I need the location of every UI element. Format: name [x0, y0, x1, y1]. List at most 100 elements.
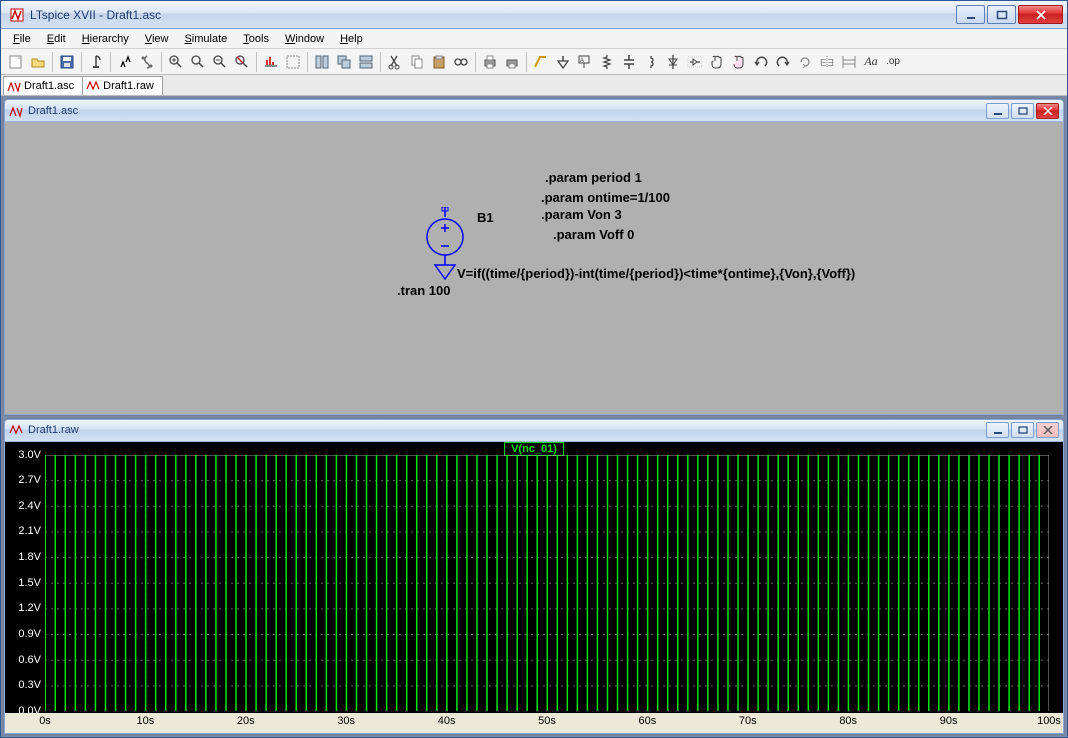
- text-button[interactable]: Aa: [860, 51, 882, 73]
- schematic-icon: [7, 79, 21, 93]
- svg-text:E: E: [827, 58, 834, 69]
- y-tick: 0.9V: [18, 628, 41, 640]
- resistor-button[interactable]: [596, 51, 618, 73]
- tab-label: Draft1.raw: [103, 80, 154, 92]
- waveform-plot[interactable]: V(nc_01) 3.0V2.7V2.4V2.1V1.8V1.5V1.2V0.9…: [5, 442, 1063, 734]
- find-button[interactable]: [450, 51, 472, 73]
- y-tick: 0.0V: [18, 705, 41, 717]
- waveform-icon: [86, 79, 100, 93]
- autorange-button[interactable]: [260, 51, 282, 73]
- save-button[interactable]: [56, 51, 78, 73]
- svg-text:E: E: [820, 58, 827, 69]
- mirror-button[interactable]: EE: [816, 51, 838, 73]
- maximize-button[interactable]: [987, 5, 1016, 24]
- copy-button[interactable]: [406, 51, 428, 73]
- app-icon: [9, 7, 25, 23]
- drag-button[interactable]: [728, 51, 750, 73]
- toolbar: A EE Aa .op: [1, 49, 1067, 75]
- child-maximize-button[interactable]: [1011, 422, 1034, 438]
- y-tick: 1.8V: [18, 551, 41, 563]
- y-tick: 0.3V: [18, 679, 41, 691]
- tab-schematic[interactable]: Draft1.asc: [3, 76, 83, 95]
- schematic-titlebar: Draft1.asc: [5, 100, 1063, 122]
- menu-window[interactable]: Window: [277, 31, 332, 47]
- y-tick: 1.2V: [18, 602, 41, 614]
- x-tick: 100s: [1037, 715, 1061, 727]
- rotate-button[interactable]: [794, 51, 816, 73]
- y-tick: 2.7V: [18, 474, 41, 486]
- x-tick: 30s: [337, 715, 355, 727]
- halt-button[interactable]: [136, 51, 158, 73]
- new-schematic-button[interactable]: [5, 51, 27, 73]
- y-tick: 2.4V: [18, 500, 41, 512]
- child-close-button[interactable]: [1036, 103, 1059, 119]
- menu-simulate[interactable]: Simulate: [176, 31, 235, 47]
- run-button[interactable]: [114, 51, 136, 73]
- schematic-icon: [9, 104, 23, 118]
- y-tick: 2.1V: [18, 525, 41, 537]
- print-button[interactable]: [479, 51, 501, 73]
- minimize-button[interactable]: [956, 5, 985, 24]
- tile-button[interactable]: [311, 51, 333, 73]
- child-maximize-button[interactable]: [1011, 103, 1034, 119]
- redo-button[interactable]: [772, 51, 794, 73]
- label-net-button[interactable]: A: [574, 51, 596, 73]
- ground-button[interactable]: [552, 51, 574, 73]
- menu-file[interactable]: File: [5, 31, 39, 47]
- inductor-button[interactable]: [640, 51, 662, 73]
- document-tabs: Draft1.asc Draft1.raw: [1, 75, 1067, 96]
- trace-label[interactable]: V(nc_01): [504, 442, 564, 456]
- undo-button[interactable]: [750, 51, 772, 73]
- schematic-title: Draft1.asc: [28, 105, 78, 117]
- component-button[interactable]: [684, 51, 706, 73]
- x-tick: 20s: [237, 715, 255, 727]
- cascade-button[interactable]: [333, 51, 355, 73]
- place-bus-button[interactable]: [838, 51, 860, 73]
- waveform-title: Draft1.raw: [28, 424, 79, 436]
- menu-view[interactable]: View: [137, 31, 177, 47]
- menu-tools[interactable]: Tools: [235, 31, 277, 47]
- x-tick: 50s: [538, 715, 556, 727]
- x-axis[interactable]: 0s10s20s30s40s50s60s70s80s90s100s: [45, 713, 1049, 733]
- menu-help[interactable]: Help: [332, 31, 371, 47]
- schematic-canvas[interactable]: B1 .tran 100 .param period 1 .param onti…: [5, 122, 1063, 414]
- svg-text:A: A: [580, 58, 584, 64]
- waveform-titlebar: Draft1.raw: [5, 420, 1063, 442]
- move-button[interactable]: [706, 51, 728, 73]
- y-axis[interactable]: 3.0V2.7V2.4V2.1V1.8V1.5V1.2V0.9V0.6V0.3V…: [5, 455, 43, 712]
- open-button[interactable]: [27, 51, 49, 73]
- child-minimize-button[interactable]: [986, 103, 1009, 119]
- control-panel-button[interactable]: [85, 51, 107, 73]
- child-minimize-button[interactable]: [986, 422, 1009, 438]
- setup-button[interactable]: [282, 51, 304, 73]
- close-win-button[interactable]: [355, 51, 377, 73]
- param-von[interactable]: .param Von 3: [541, 207, 622, 222]
- child-close-button[interactable]: [1036, 422, 1059, 438]
- print-setup-button[interactable]: [501, 51, 523, 73]
- zoom-in-button[interactable]: [165, 51, 187, 73]
- component-label[interactable]: B1: [477, 210, 494, 225]
- window-title: LTspice XVII - Draft1.asc: [30, 8, 161, 22]
- param-ontime[interactable]: .param ontime=1/100: [541, 190, 670, 205]
- mdi-client: Draft1.asc B1 .tran 100: [1, 96, 1067, 737]
- tran-directive[interactable]: .tran 100: [397, 283, 450, 298]
- draw-wire-button[interactable]: [530, 51, 552, 73]
- capacitor-button[interactable]: [618, 51, 640, 73]
- cut-button[interactable]: [384, 51, 406, 73]
- tab-waveform[interactable]: Draft1.raw: [82, 76, 163, 95]
- paste-button[interactable]: [428, 51, 450, 73]
- voltage-expression[interactable]: V=if((time/{period})-int(time/{period})<…: [457, 266, 855, 281]
- pan-button[interactable]: [187, 51, 209, 73]
- param-voff[interactable]: .param Voff 0: [553, 227, 634, 242]
- x-tick: 80s: [839, 715, 857, 727]
- zoom-fit-button[interactable]: [231, 51, 253, 73]
- menu-edit[interactable]: Edit: [39, 31, 74, 47]
- menu-hierarchy[interactable]: Hierarchy: [74, 31, 137, 47]
- zoom-out-button[interactable]: [209, 51, 231, 73]
- spice-directive-button[interactable]: .op: [882, 51, 904, 73]
- waveform-window: Draft1.raw V(nc_01) 3.0V2.7V2.4V2.1V1.8V…: [4, 419, 1064, 735]
- diode-button[interactable]: [662, 51, 684, 73]
- param-period[interactable]: .param period 1: [545, 170, 642, 185]
- close-button[interactable]: [1018, 5, 1063, 24]
- tab-label: Draft1.asc: [24, 80, 74, 92]
